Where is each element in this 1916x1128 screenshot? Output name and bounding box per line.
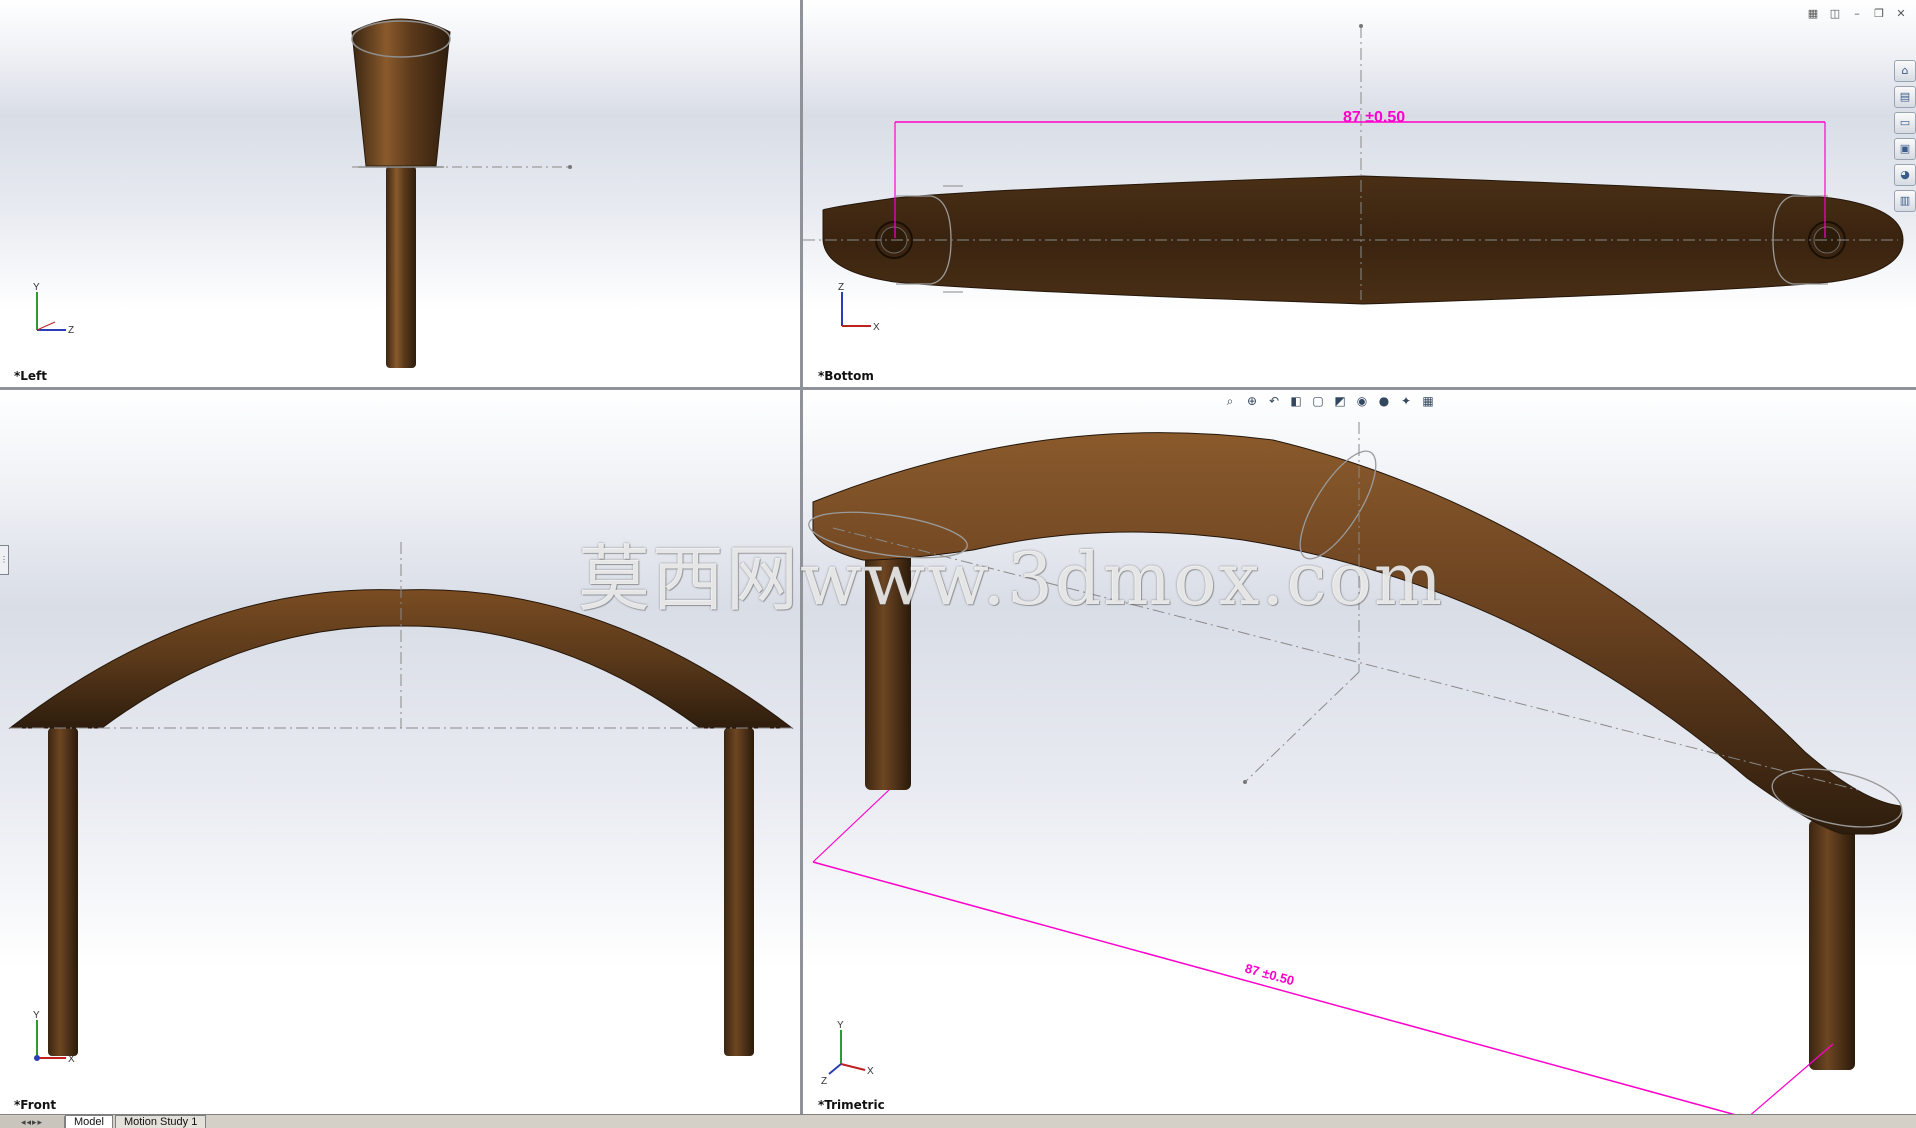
handle-arch — [812, 432, 1903, 835]
tile-icon[interactable]: ▦ — [1806, 8, 1820, 20]
axis-triad: Y X Z — [821, 1020, 874, 1087]
close-icon[interactable]: ✕ — [1894, 8, 1908, 20]
trimetric-view-scene: 87 ±0.50 Y X Z — [808, 422, 1903, 1114]
custom-properties-icon[interactable]: ▥ — [1894, 190, 1916, 212]
bottom-view-scene: 87 ±0.50 Z X — [803, 24, 1904, 333]
triad-up-label: Y — [837, 1020, 844, 1031]
handle-leg-left — [865, 540, 911, 790]
zoom-to-fit-icon[interactable]: ⌕ — [1222, 393, 1238, 409]
appearances-icon[interactable]: ◕ — [1894, 164, 1916, 186]
dimension-text: 87 ±0.50 — [1343, 109, 1405, 126]
triad-right-label: X — [867, 1066, 874, 1077]
section-view-icon[interactable]: ◧ — [1288, 393, 1304, 409]
edit-appearance-icon[interactable]: ● — [1376, 393, 1392, 409]
triad-up-label: Y — [33, 1010, 40, 1021]
triad-right-label: X — [873, 322, 880, 333]
handle-leg — [386, 166, 416, 368]
task-pane-tabs: ⌂ ▤ ▭ ▣ ◕ ▥ — [1894, 60, 1916, 212]
view-label-front: *Front — [14, 1098, 57, 1112]
hide-show-icon[interactable]: ◉ — [1354, 393, 1370, 409]
view-palette-icon[interactable]: ▣ — [1894, 138, 1916, 160]
triad-out-label: Z — [821, 1076, 827, 1087]
tab-model[interactable]: Model — [65, 1115, 113, 1128]
handle-leg-right — [1809, 820, 1855, 1070]
bottom-tab-bar: ◂◂▸▸ Model Motion Study 1 — [0, 1114, 1916, 1128]
view-settings-icon[interactable]: ▦ — [1420, 393, 1436, 409]
axis-triad: Z X — [838, 282, 880, 333]
handle-leg-right — [724, 728, 754, 1056]
apply-scene-icon[interactable]: ✦ — [1398, 393, 1414, 409]
front-view-scene: Y X — [8, 542, 794, 1065]
view-orientation-icon[interactable]: ▢ — [1310, 393, 1326, 409]
view-label-trimetric: *Trimetric — [818, 1098, 885, 1112]
restore-icon[interactable]: ❐ — [1872, 8, 1886, 20]
display-style-icon[interactable]: ◩ — [1332, 393, 1348, 409]
handle-leg-left — [48, 728, 78, 1056]
viewport-window-controls: ▦ ◫ – ❐ ✕ — [1806, 8, 1908, 20]
zoom-to-area-icon[interactable]: ⊕ — [1244, 393, 1260, 409]
dimension-87-trimetric[interactable]: 87 ±0.50 — [812, 789, 1834, 1114]
triad-up-label: Z — [838, 282, 844, 293]
previous-view-icon[interactable]: ↶ — [1266, 393, 1282, 409]
dimension-text: 87 ±0.50 — [1243, 961, 1296, 989]
minimize-icon[interactable]: – — [1850, 8, 1864, 20]
left-view-scene: Y Z — [33, 18, 572, 368]
panel-expand-handle[interactable]: ⋮ — [0, 545, 9, 575]
viewport-left[interactable]: Y Z *Left — [0, 0, 800, 387]
tab-motion-study-1[interactable]: Motion Study 1 — [114, 1115, 207, 1128]
view-label-bottom: *Bottom — [818, 369, 874, 383]
design-library-icon[interactable]: ▤ — [1894, 86, 1916, 108]
axis-triad: Y Z — [33, 282, 74, 336]
triad-right-label: Z — [68, 325, 74, 336]
view-label-left: *Left — [14, 369, 48, 383]
heads-up-view-toolbar: ⌕ ⊕ ↶ ◧ ▢ ◩ ◉ ● ✦ ▦ — [1222, 393, 1436, 409]
split-icon[interactable]: ◫ — [1828, 8, 1842, 20]
handle-grip — [351, 18, 451, 167]
home-icon[interactable]: ⌂ — [1894, 60, 1916, 82]
tab-scroll-arrows[interactable]: ◂◂▸▸ — [0, 1116, 65, 1128]
triad-up-label: Y — [33, 282, 40, 293]
file-explorer-icon[interactable]: ▭ — [1894, 112, 1916, 134]
triad-right-label: X — [68, 1054, 75, 1065]
viewport-bottom[interactable]: 87 ±0.50 Z X ▦ ◫ – ❐ ✕ ⌂ ▤ ▭ ▣ ◕ ▥ *Bott… — [803, 0, 1916, 387]
viewport-front[interactable]: Y X ⋮ *Front — [0, 390, 800, 1114]
viewport-trimetric[interactable]: 87 ±0.50 Y X Z *Trimetric — [803, 390, 1916, 1114]
